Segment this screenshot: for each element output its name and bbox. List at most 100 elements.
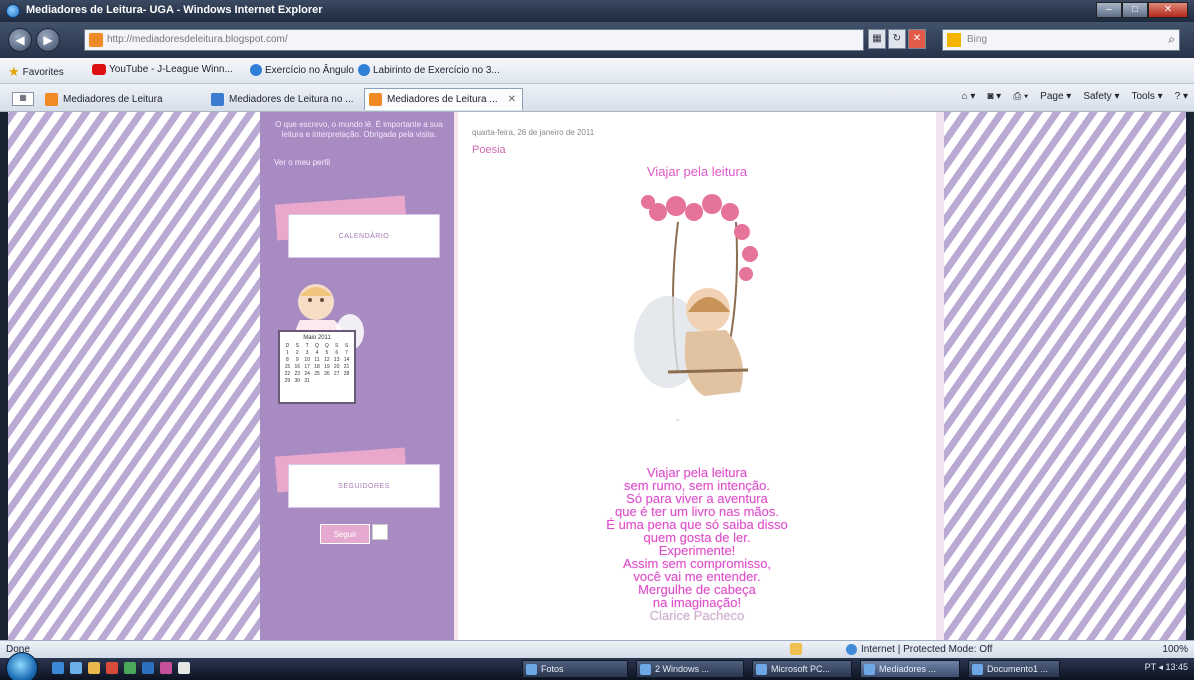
favorite-exercicio[interactable]: Exercício no Ângulo: [250, 64, 354, 76]
calendar-day: 1: [286, 350, 289, 356]
bing-logo-icon: [947, 33, 961, 47]
calendar-day: T: [305, 343, 309, 349]
stop-icon[interactable]: ✕: [908, 29, 926, 49]
start-button[interactable]: [6, 652, 38, 680]
blogger-favicon-icon: [89, 33, 103, 47]
tab-mediadores-1[interactable]: Mediadores de Leitura: [40, 88, 170, 110]
post-poem: Viajar pela leitura sem rumo, sem intençã…: [458, 466, 936, 622]
sidebar-profile-text: O que escrevo, o mundo lê. É importante …: [275, 120, 443, 139]
calendar-day: 2: [295, 350, 299, 356]
popup-blocker-icon[interactable]: [790, 643, 802, 655]
window-title: Mediadores de Leitura- UGA - Windows Int…: [26, 4, 323, 16]
search-icon[interactable]: ⌕: [1168, 32, 1175, 47]
minimize-button[interactable]: –: [1096, 2, 1122, 18]
tools-menu[interactable]: Tools ▾: [1131, 91, 1162, 102]
refresh-icon[interactable]: ↻: [888, 29, 906, 49]
search-input[interactable]: Bing ⌕: [942, 29, 1180, 51]
calendar-day: 30: [294, 378, 301, 384]
close-button[interactable]: ✕: [1148, 2, 1188, 18]
task-mediadores[interactable]: Mediadores ...: [860, 660, 960, 678]
window-titlebar: Mediadores de Leitura- UGA - Windows Int…: [0, 0, 1194, 22]
command-bar: ⌂ ▾ ◙ ▾ ⎙ ▾ Page ▾ Safety ▾ Tools ▾ ? ▾: [962, 91, 1189, 102]
word-quicklaunch-icon[interactable]: [142, 662, 154, 674]
feeds-icon[interactable]: ◙ ▾: [987, 91, 1001, 102]
calendar-day: Q: [324, 343, 329, 349]
safety-menu[interactable]: Safety ▾: [1083, 91, 1119, 102]
blogger-icon[interactable]: [372, 524, 388, 540]
window-controls: – □ ✕: [1096, 2, 1188, 18]
taskbar: Fotos 2 Windows ... Microsoft PC... Medi…: [0, 652, 1194, 680]
calendar-day: 28: [343, 371, 350, 377]
view-profile-link[interactable]: Ver o meu perfil: [274, 158, 330, 167]
tab-mediadores-2[interactable]: Mediadores de Leitura no ...: [206, 88, 361, 110]
calendar-day: 17: [304, 364, 310, 370]
calendar-day: 18: [314, 364, 320, 370]
help-menu[interactable]: ? ▾: [1175, 91, 1188, 102]
print-icon[interactable]: ⎙ ▾: [1013, 91, 1028, 102]
address-tools: ▦ ↻ ✕: [868, 29, 926, 49]
blog-post: quarta-feira, 26 de janeiro de 2011 Poes…: [454, 112, 944, 640]
post-title[interactable]: Poesia: [472, 144, 506, 156]
calendar-day: 15: [284, 364, 291, 370]
tab-bar: ▦ Mediadores de Leitura Mediadores de Le…: [0, 84, 1194, 112]
zoom-level[interactable]: 100%: [1162, 644, 1188, 655]
quick-tabs-icon[interactable]: ▦: [12, 92, 34, 106]
close-tab-icon[interactable]: ✕: [508, 94, 516, 105]
app-quicklaunch-icon[interactable]: [160, 662, 172, 674]
search-placeholder: Bing: [967, 34, 988, 45]
youtube-icon: [92, 64, 106, 75]
app-quicklaunch-icon[interactable]: [106, 662, 118, 674]
task-windows[interactable]: 2 Windows ...: [636, 660, 744, 678]
forward-button[interactable]: ▶: [36, 28, 60, 52]
blog-sidebar: O que escrevo, o mundo lê. É importante …: [260, 112, 454, 640]
internet-explorer-icon: [6, 4, 20, 18]
calendar-day: 3: [305, 350, 309, 356]
home-icon[interactable]: ⌂ ▾: [962, 91, 976, 102]
back-button[interactable]: ◀: [8, 28, 32, 52]
calendar-day: 8: [286, 357, 289, 363]
favorite-youtube[interactable]: YouTube - J-League Winn...: [92, 64, 233, 75]
favorite-labirinto[interactable]: Labirinto de Exercício no 3...: [358, 64, 500, 76]
favorites-bar: ★ Favorites YouTube - J-League Winn... E…: [0, 58, 1194, 84]
address-toolbar: ◀ ▶ http://mediadoresdeleitura.blogspot.…: [0, 22, 1194, 58]
post-date: quarta-feira, 26 de janeiro de 2011: [472, 128, 595, 137]
calendar-grid: D S T Q Q S S 1 2 3 4 5 6 7 8 9 10 11 12 13 14 15 16 17 18 19 20 21…: [283, 343, 351, 384]
security-zone[interactable]: Internet | Protected Mode: Off: [846, 644, 992, 655]
calendar-day: 22: [284, 371, 291, 377]
blogger-favicon-icon: [369, 93, 382, 106]
calendar-day: S: [335, 343, 339, 349]
follow-button[interactable]: Seguir: [320, 524, 370, 544]
calendar-day: 24: [304, 371, 310, 377]
maximize-button[interactable]: □: [1122, 2, 1148, 18]
calendar-day: S: [295, 343, 299, 349]
compatibility-view-icon[interactable]: ▦: [868, 29, 886, 49]
address-input[interactable]: http://mediadoresdeleitura.blogspot.com/: [84, 29, 864, 51]
task-documento[interactable]: Documento1 ...: [968, 660, 1060, 678]
app-quicklaunch-icon[interactable]: [124, 662, 136, 674]
app-quicklaunch-icon[interactable]: [178, 662, 190, 674]
calendar-day: 5: [325, 350, 329, 356]
calendar-day: 12: [324, 357, 330, 363]
calendar-day: 21: [343, 364, 350, 370]
favorites-button[interactable]: ★ Favorites: [8, 64, 64, 80]
calendar-day: 27: [333, 371, 340, 377]
system-tray[interactable]: PT ◂ 13:45: [1145, 662, 1188, 673]
show-desktop-icon[interactable]: [52, 662, 64, 674]
calendar-header-box: CALENDÁRIO: [288, 214, 440, 258]
page-menu[interactable]: Page ▾: [1040, 91, 1071, 102]
tab-mediadores-active[interactable]: Mediadores de Leitura ... ✕: [364, 88, 524, 110]
calendar-day: 20: [333, 364, 340, 370]
calendar-day: 26: [324, 371, 330, 377]
address-url: http://mediadoresdeleitura.blogspot.com/: [107, 34, 288, 45]
calendar-day: D: [285, 343, 290, 349]
ie-quicklaunch-icon[interactable]: [70, 662, 82, 674]
status-bar: Done Internet | Protected Mode: Off 100%: [0, 640, 1194, 658]
explorer-quicklaunch-icon[interactable]: [88, 662, 100, 674]
task-fotos[interactable]: Fotos: [522, 660, 628, 678]
calendar-day: 11: [314, 357, 320, 363]
ie-page-icon: [211, 93, 224, 106]
page-content: O que escrevo, o mundo lê. É importante …: [8, 112, 1186, 640]
task-microsoft[interactable]: Microsoft PC...: [752, 660, 852, 678]
ie-page-icon: [250, 64, 262, 76]
calendar-day: 25: [314, 371, 320, 377]
